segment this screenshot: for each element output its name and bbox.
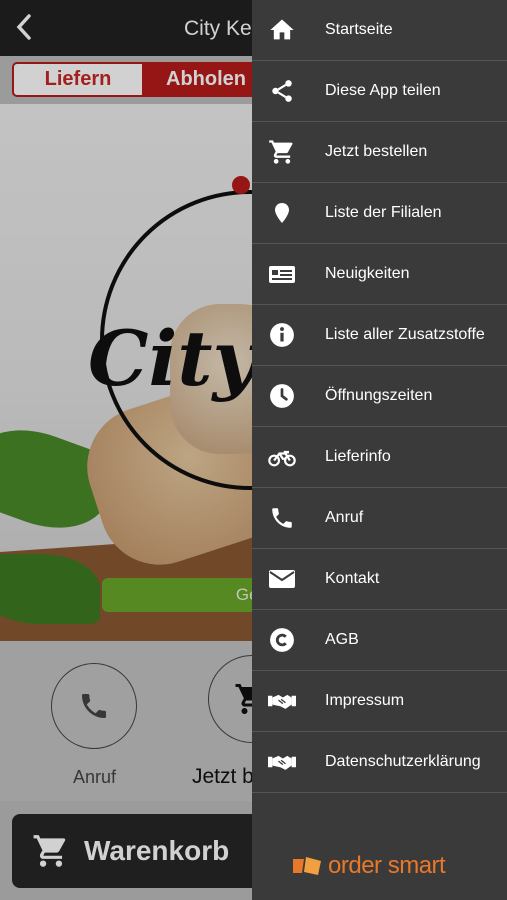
clock-icon (268, 382, 296, 410)
drawer-item-label: Impressum (325, 692, 405, 709)
drawer-item-label: Startseite (325, 21, 393, 38)
drawer-item-contact[interactable]: Kontakt (252, 549, 507, 610)
drawer-item-label: Lieferinfo (325, 448, 391, 465)
drawer-item-news[interactable]: Neuigkeiten (252, 244, 507, 305)
cart-icon (268, 138, 296, 166)
drawer-item-label: Anruf (325, 509, 364, 526)
drawer-item-additives[interactable]: Liste aller Zusatzstoffe (252, 305, 507, 366)
drawer-item-imprint[interactable]: Impressum (252, 671, 507, 732)
drawer-item-label: Diese App teilen (325, 82, 441, 99)
drawer-item-label: Neuigkeiten (325, 265, 410, 282)
drawer-item-startseite[interactable]: Startseite (252, 0, 507, 61)
order-smart-logo-icon (293, 857, 321, 875)
drawer-item-label: Jetzt bestellen (325, 143, 428, 160)
brand-logo: order smart (292, 852, 446, 880)
drawer-item-label: Liste aller Zusatzstoffe (325, 326, 485, 343)
home-icon (268, 16, 296, 44)
drawer-item-opening-hours[interactable]: Öffnungszeiten (252, 366, 507, 427)
info-icon (268, 321, 296, 349)
drawer-item-label: Datenschutzerklärung (325, 753, 481, 770)
drawer-item-terms[interactable]: AGB (252, 610, 507, 671)
envelope-icon (268, 565, 296, 593)
handshake-icon (268, 748, 296, 776)
drawer-item-label: Liste der Filialen (325, 204, 442, 221)
motorcycle-icon (268, 443, 296, 471)
news-icon (268, 260, 296, 288)
drawer-item-delivery-info[interactable]: Lieferinfo (252, 427, 507, 488)
drawer-item-call[interactable]: Anruf (252, 488, 507, 549)
navigation-drawer: Startseite Diese App teilen Jetzt bestel… (252, 0, 507, 900)
drawer-item-share[interactable]: Diese App teilen (252, 61, 507, 122)
drawer-item-branches[interactable]: Liste der Filialen (252, 183, 507, 244)
drawer-item-order[interactable]: Jetzt bestellen (252, 122, 507, 183)
map-pin-icon (268, 199, 296, 227)
drawer-item-label: Kontakt (325, 570, 380, 587)
copyright-icon (268, 626, 296, 654)
drawer-item-label: AGB (325, 631, 359, 648)
handshake-icon (268, 687, 296, 715)
share-icon (268, 77, 296, 105)
drawer-item-privacy[interactable]: Datenschutzerklärung (252, 732, 507, 793)
phone-icon (268, 504, 296, 532)
brand-name: order smart (328, 852, 446, 879)
drawer-item-label: Öffnungszeiten (325, 387, 433, 404)
